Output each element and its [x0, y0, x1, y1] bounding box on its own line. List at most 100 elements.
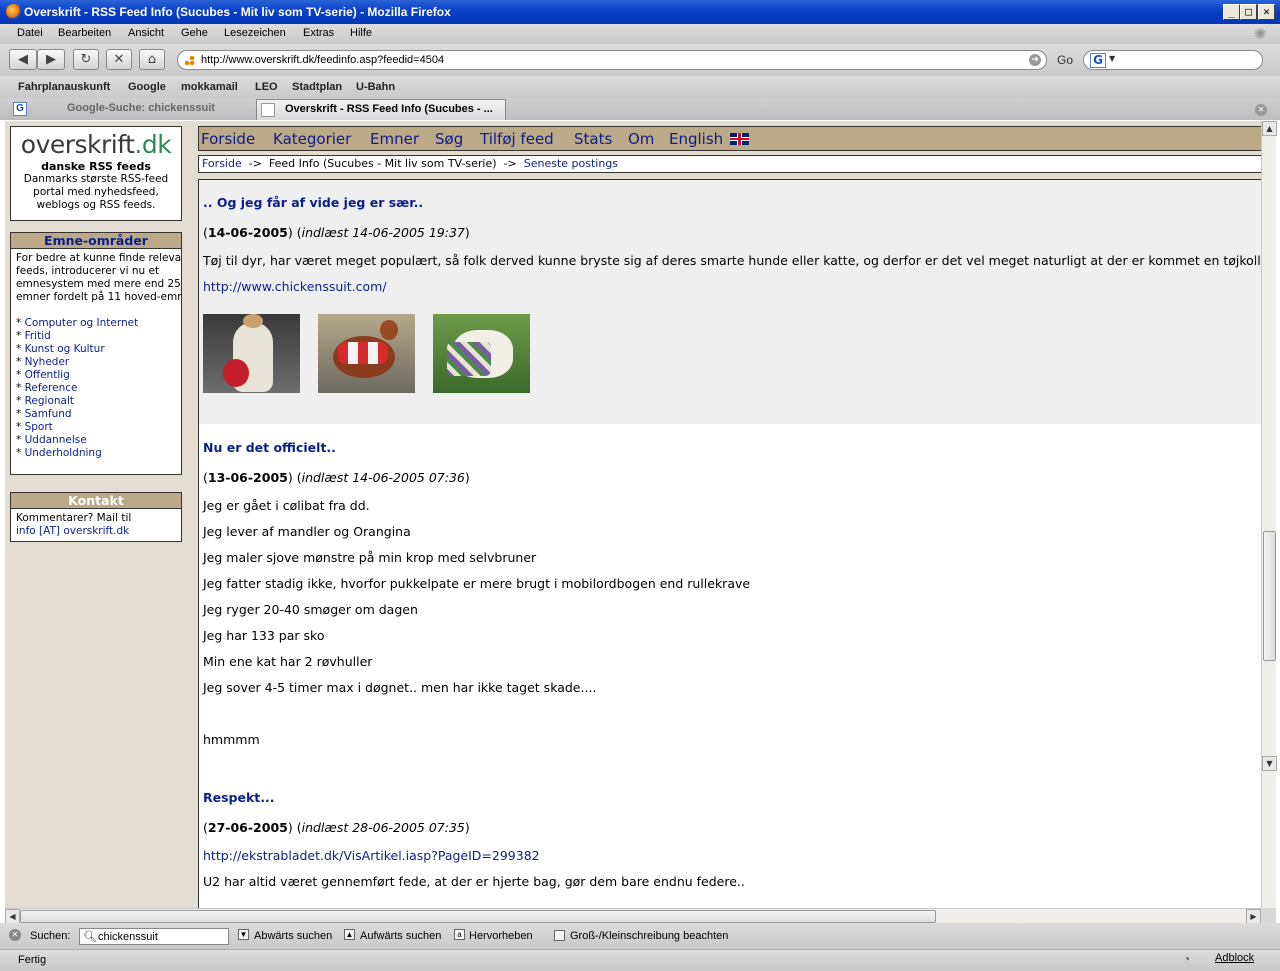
menu-bearbeiten[interactable]: Bearbeiten — [58, 27, 111, 39]
topic-list: * Computer og Internet * Fritid * Kunst … — [16, 317, 139, 459]
topic-kunst-og-kultur[interactable]: Kunst og Kultur — [25, 343, 105, 355]
home-button[interactable]: ⌂ — [139, 49, 165, 70]
topic-nyheder[interactable]: Nyheder — [25, 356, 70, 368]
menu-extras[interactable]: Extras — [303, 27, 334, 39]
bookmarks-toolbar: Fahrplanauskunft Google mokkamail LEO St… — [0, 76, 1280, 98]
bookmark-mokkamail[interactable]: mokkamail — [181, 81, 238, 93]
close-tab-icon[interactable]: ✕ — [1255, 104, 1267, 116]
topic-samfund[interactable]: Samfund — [25, 408, 72, 420]
post-line: Jeg fatter stadig ikke, hvorfor pukkelpa… — [203, 576, 751, 591]
post-link[interactable]: http://www.chickenssuit.com/ — [203, 279, 387, 294]
nav-emner[interactable]: Emner — [370, 130, 419, 148]
post-line: Jeg lever af mandler og Orangina — [203, 524, 411, 539]
go-button[interactable]: Go — [1057, 53, 1073, 67]
vertical-scrollbar[interactable]: ▲ ▼ — [1261, 121, 1277, 908]
chevron-down-icon[interactable]: ▼ — [1109, 54, 1115, 63]
menu-ansicht[interactable]: Ansicht — [128, 27, 164, 39]
topic-fritid[interactable]: Fritid — [25, 330, 51, 342]
nav-tilfoej-feed[interactable]: Tilføj feed — [480, 130, 554, 148]
post-link[interactable]: http://ekstrabladet.dk/VisArtikel.iasp?P… — [203, 848, 540, 863]
topic-computer-og-internet[interactable]: Computer og Internet — [25, 317, 139, 329]
post-line: Min ene kat har 2 røvhuller — [203, 654, 373, 669]
topic-uddannelse[interactable]: Uddannelse — [25, 434, 87, 446]
nav-soeg[interactable]: Søg — [435, 130, 463, 148]
post-date: (27-06-2005) (indlæst 28-06-2005 07:35) — [203, 820, 470, 835]
chicken-suit-photo-1[interactable] — [203, 314, 300, 393]
bookmark-leo[interactable]: LEO — [255, 81, 278, 93]
post-line: Jeg ryger 20-40 smøger om dagen — [203, 602, 418, 617]
find-input[interactable]: 🔍︎ chickenssuit — [79, 928, 229, 945]
stop-icon: ✕ — [113, 52, 125, 67]
post-line: Jeg sover 4-5 timer max i døgnet.. men h… — [203, 680, 597, 695]
close-button[interactable]: ✕ — [1258, 4, 1275, 20]
forward-button[interactable]: ▶ — [37, 49, 65, 70]
highlight-button[interactable]: Hervorheben — [469, 930, 533, 942]
google-search-engine-icon[interactable]: G — [1090, 53, 1106, 68]
logo-description: Danmarks største RSS-feed portal med nyh… — [23, 173, 169, 211]
tab-google-search[interactable]: G Google-Suche: chickenssuit — [9, 99, 254, 120]
scrollbar-thumb[interactable] — [1263, 531, 1276, 661]
find-input-value: chickenssuit — [98, 931, 158, 943]
reload-button[interactable]: ↻ — [73, 49, 99, 70]
nav-kategorier[interactable]: Kategorier — [273, 130, 351, 148]
scroll-right-icon[interactable]: ▶ — [1246, 909, 1261, 924]
topic-offentlig[interactable]: Offentlig — [25, 369, 70, 381]
stop-button[interactable]: ✕ — [106, 49, 132, 70]
scrollbar-thumb[interactable] — [20, 910, 936, 923]
bookmark-fahrplanauskunft[interactable]: Fahrplanauskunft — [18, 81, 110, 93]
post-line: hmmmm — [203, 732, 260, 747]
find-next-button[interactable]: Abwärts suchen — [254, 930, 332, 942]
close-findbar-icon[interactable]: ✕ — [9, 929, 21, 941]
find-previous-button[interactable]: Aufwärts suchen — [360, 930, 441, 942]
post-line: Jeg maler sjove mønstre på min krop med … — [203, 550, 537, 565]
post-title[interactable]: .. Og jeg får af vide jeg er sær.. — [203, 195, 423, 210]
nav-om[interactable]: Om — [628, 130, 654, 148]
uk-flag-icon[interactable] — [730, 133, 749, 145]
post-title[interactable]: Respekt... — [203, 790, 275, 805]
scroll-up-icon[interactable]: ▲ — [1262, 121, 1277, 136]
url-text: http://www.overskrift.dk/feedinfo.asp?fe… — [201, 54, 445, 66]
post-line: Jeg er gået i cølibat fra dd. — [203, 498, 370, 513]
menu-lesezeichen[interactable]: Lesezeichen — [224, 27, 286, 39]
tab-label: Google-Suche: chickenssuit — [67, 102, 215, 114]
bookmark-stadtplan[interactable]: Stadtplan — [292, 81, 342, 93]
breadcrumb-separator: -> — [503, 157, 517, 170]
maximize-button[interactable]: □ — [1240, 4, 1257, 20]
magnifier-icon: 🔍︎ — [83, 931, 97, 943]
site-logo[interactable]: overskrift.dk — [11, 130, 181, 159]
bookmark-u-bahn[interactable]: U-Bahn — [356, 81, 395, 93]
topic-reference[interactable]: Reference — [25, 382, 78, 394]
scroll-down-icon[interactable]: ▼ — [1262, 756, 1277, 771]
back-button[interactable]: ◀ — [9, 49, 37, 70]
url-bar[interactable]: http://www.overskrift.dk/feedinfo.asp?fe… — [177, 50, 1047, 70]
search-input[interactable]: G ▼ — [1083, 50, 1263, 70]
down-arrow-icon: ▼ — [238, 929, 249, 940]
rss-status-icon[interactable]: ◔ — [1183, 952, 1190, 966]
chicken-suit-photo-3[interactable] — [433, 314, 530, 393]
menu-datei[interactable]: Datei — [17, 27, 43, 39]
breadcrumb-forside[interactable]: Forside — [202, 157, 242, 170]
nav-forside[interactable]: Forside — [201, 130, 255, 148]
scroll-left-icon[interactable]: ◀ — [5, 909, 20, 924]
nav-english[interactable]: English — [669, 130, 723, 148]
tab-overskrift[interactable]: Overskrift - RSS Feed Info (Sucubes - ..… — [256, 99, 506, 120]
contact-email-link[interactable]: info [AT] overskrift.dk — [16, 525, 129, 537]
chicken-suit-photo-2[interactable] — [318, 314, 415, 393]
adblock-button[interactable]: Adblock — [1215, 952, 1254, 964]
breadcrumb-current[interactable]: Seneste postings — [524, 157, 618, 170]
minimize-button[interactable]: _ — [1223, 4, 1240, 20]
topic-regionalt[interactable]: Regionalt — [25, 395, 74, 407]
go-arrow-icon[interactable]: ➜ — [1029, 54, 1041, 66]
post-title[interactable]: Nu er det officielt.. — [203, 440, 336, 455]
logo-tld: .dk — [134, 130, 172, 159]
menu-gehe[interactable]: Gehe — [181, 27, 208, 39]
topic-underholdning[interactable]: Underholdning — [25, 447, 102, 459]
menu-hilfe[interactable]: Hilfe — [350, 27, 372, 39]
nav-stats[interactable]: Stats — [574, 130, 612, 148]
topic-sport[interactable]: Sport — [25, 421, 53, 433]
bookmark-google[interactable]: Google — [128, 81, 166, 93]
find-label: Suchen: — [30, 930, 71, 942]
find-bar: ✕ Suchen: 🔍︎ chickenssuit ▼ Abwärts such… — [0, 923, 1280, 949]
match-case-checkbox[interactable] — [554, 930, 565, 941]
horizontal-scrollbar[interactable]: ◀ ▶ — [5, 908, 1261, 924]
